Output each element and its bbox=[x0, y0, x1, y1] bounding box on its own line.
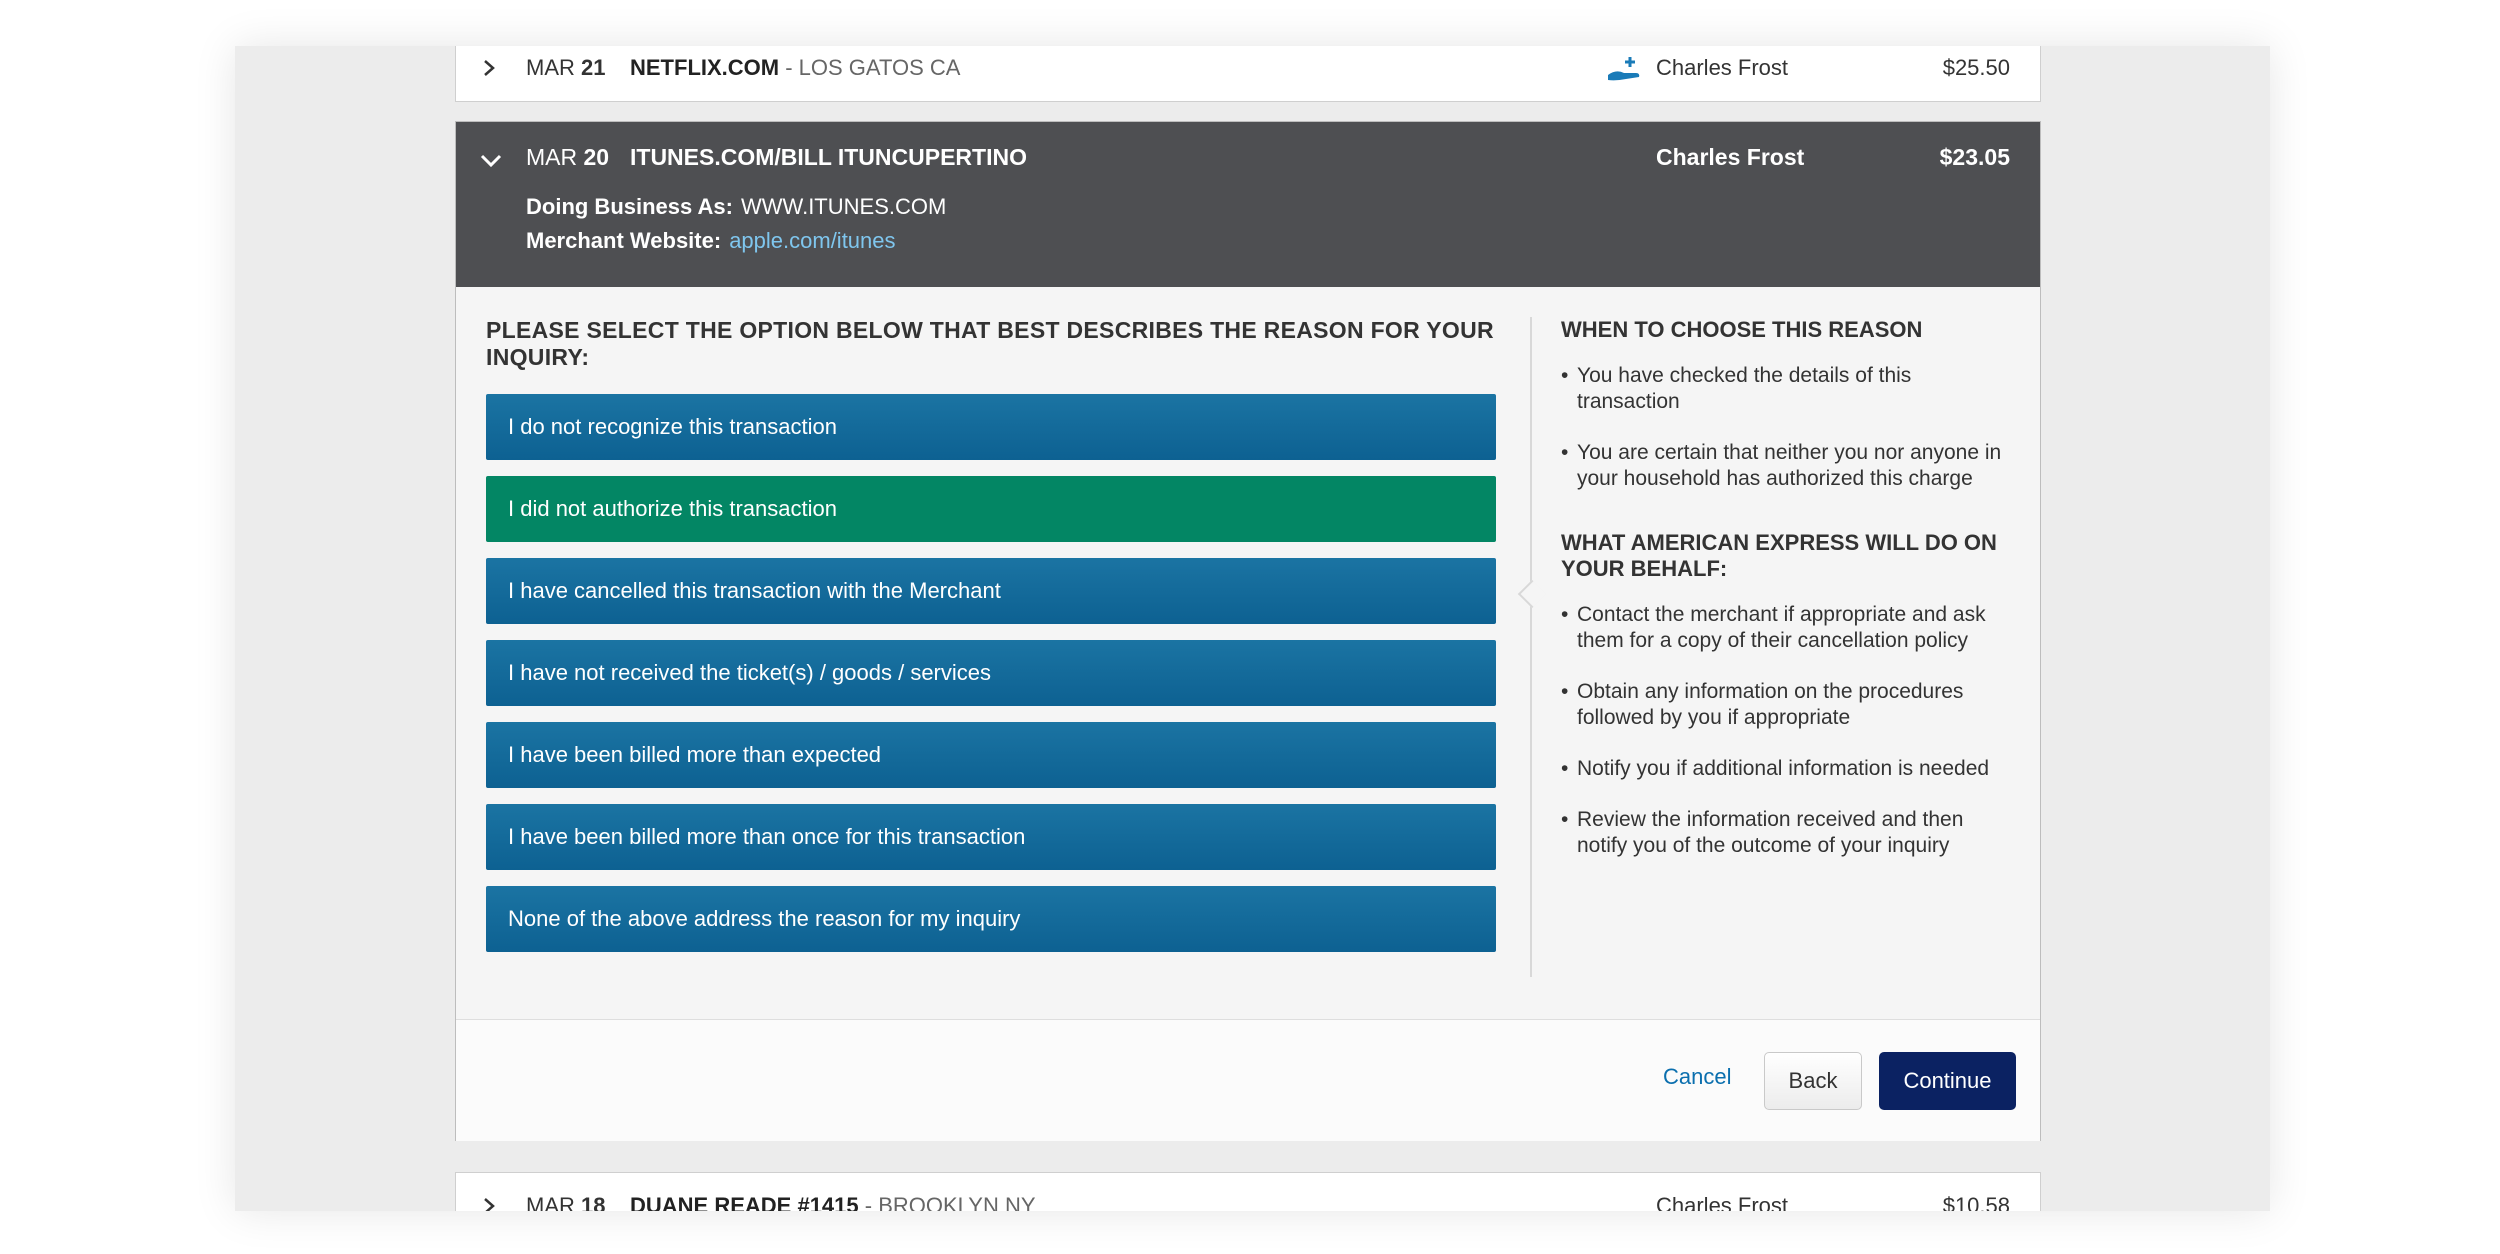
option-not-recognize[interactable]: I do not recognize this transaction bbox=[486, 394, 1496, 460]
card-member: Charles Frost bbox=[1656, 55, 1789, 80]
action-footer: Cancel Back Continue bbox=[456, 1019, 2040, 1141]
option-not-received[interactable]: I have not received the ticket(s) / good… bbox=[486, 640, 1496, 706]
transaction-date: MAR 21 bbox=[526, 55, 606, 80]
when-to-choose-title: WHEN TO CHOOSE THIS REASON bbox=[1561, 317, 1923, 342]
cancel-link[interactable]: Cancel bbox=[1663, 1064, 1731, 1090]
transaction-merchant: ITUNES.COM/BILL ITUNCUPERTINO bbox=[630, 144, 1027, 170]
chevron-right-icon[interactable] bbox=[480, 1197, 498, 1211]
list-item: You are certain that neither you nor any… bbox=[1561, 440, 2016, 492]
transaction-row-netflix[interactable]: MAR 21 NETFLIX.COM - LOS GATOS CA Charle… bbox=[455, 46, 2041, 102]
transaction-amount: $23.05 bbox=[1939, 144, 2010, 170]
chevron-down-icon[interactable] bbox=[480, 150, 502, 172]
transaction-date: MAR 18 bbox=[526, 1193, 606, 1211]
list-item: Obtain any information on the procedures… bbox=[1561, 679, 2016, 731]
what-amex-will-do-list: Contact the merchant if appropriate and … bbox=[1561, 602, 2016, 859]
reason-help-panel: WHEN TO CHOOSE THIS REASON You have chec… bbox=[1561, 317, 2016, 884]
panel-divider bbox=[1530, 317, 1532, 977]
transaction-row-duane-reade[interactable]: MAR 18 DUANE READE #1415 - BROOKLYN NY C… bbox=[455, 1172, 2041, 1211]
card-member: Charles Frost bbox=[1656, 1193, 1789, 1211]
doing-business-as: Doing Business As: WWW.ITUNES.COM bbox=[526, 194, 947, 219]
chevron-right-icon[interactable] bbox=[480, 59, 498, 77]
card-member: Charles Frost bbox=[1656, 144, 1805, 170]
transaction-merchant: DUANE READE #1415 - BROOKLYN NY bbox=[630, 1193, 1036, 1211]
option-not-authorize[interactable]: I did not authorize this transaction bbox=[486, 476, 1496, 542]
when-to-choose-list: You have checked the details of this tra… bbox=[1561, 363, 2016, 492]
expanded-transaction: MAR 20 ITUNES.COM/BILL ITUNCUPERTINO Cha… bbox=[455, 121, 2041, 1141]
transaction-merchant: NETFLIX.COM - LOS GATOS CA bbox=[630, 55, 961, 80]
hand-plus-icon bbox=[1608, 57, 1640, 81]
merchant-website: Merchant Website: apple.com/itunes bbox=[526, 228, 896, 253]
expanded-transaction-header[interactable]: MAR 20 ITUNES.COM/BILL ITUNCUPERTINO Cha… bbox=[456, 122, 2040, 287]
back-button[interactable]: Back bbox=[1764, 1052, 1862, 1110]
app-frame: MAR 21 NETFLIX.COM - LOS GATOS CA Charle… bbox=[235, 46, 2270, 1211]
option-none-of-above[interactable]: None of the above address the reason for… bbox=[486, 886, 1496, 952]
selection-pointer bbox=[1517, 579, 1547, 609]
list-item: You have checked the details of this tra… bbox=[1561, 363, 2016, 415]
what-amex-will-do-title: WHAT AMERICAN EXPRESS WILL DO ON YOUR BE… bbox=[1561, 530, 1997, 581]
transaction-amount: $10.58 bbox=[1942, 1193, 2010, 1211]
list-item: Contact the merchant if appropriate and … bbox=[1561, 602, 2016, 654]
option-cancelled[interactable]: I have cancelled this transaction with t… bbox=[486, 558, 1496, 624]
inquiry-options-panel: PLEASE SELECT THE OPTION BELOW THAT BEST… bbox=[486, 317, 1498, 968]
merchant-website-link[interactable]: apple.com/itunes bbox=[729, 228, 895, 253]
transaction-date: MAR 20 bbox=[526, 144, 610, 170]
list-item: Notify you if additional information is … bbox=[1561, 756, 2016, 782]
inquiry-prompt: PLEASE SELECT THE OPTION BELOW THAT BEST… bbox=[486, 317, 1494, 370]
option-billed-twice[interactable]: I have been billed more than once for th… bbox=[486, 804, 1496, 870]
transaction-amount: $25.50 bbox=[1942, 55, 2010, 80]
continue-button[interactable]: Continue bbox=[1879, 1052, 2016, 1110]
list-item: Review the information received and then… bbox=[1561, 807, 2016, 859]
option-billed-more[interactable]: I have been billed more than expected bbox=[486, 722, 1496, 788]
